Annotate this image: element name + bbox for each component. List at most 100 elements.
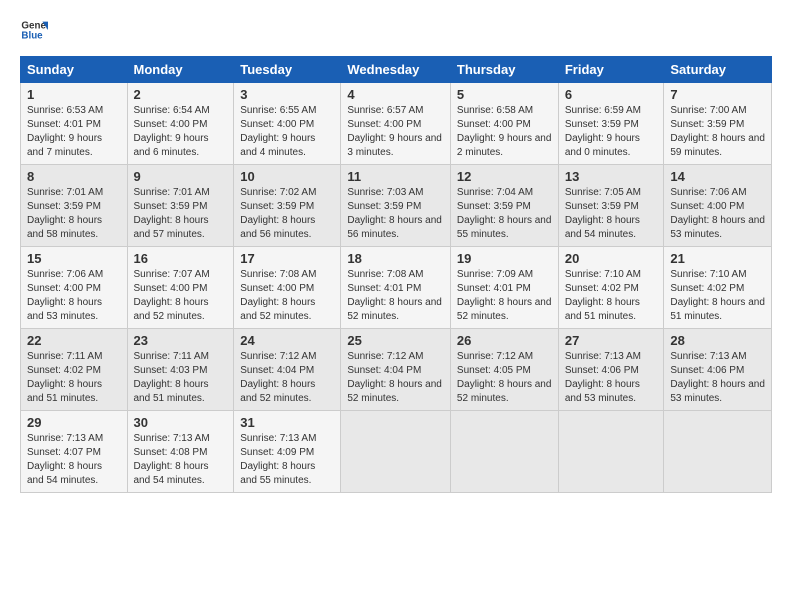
calendar-cell: 21 Sunrise: 7:10 AMSunset: 4:02 PMDaylig… [664,247,772,329]
week-row-2: 8 Sunrise: 7:01 AMSunset: 3:59 PMDayligh… [21,165,772,247]
day-info: Sunrise: 7:11 AMSunset: 4:02 PMDaylight:… [27,351,102,404]
calendar-cell: 18 Sunrise: 7:08 AMSunset: 4:01 PMDaylig… [341,247,451,329]
day-number: 12 [457,169,552,184]
day-info: Sunrise: 7:10 AMSunset: 4:02 PMDaylight:… [670,269,765,322]
calendar-cell: 11 Sunrise: 7:03 AMSunset: 3:59 PMDaylig… [341,165,451,247]
day-number: 26 [457,333,552,348]
day-number: 1 [27,87,121,102]
calendar-cell: 14 Sunrise: 7:06 AMSunset: 4:00 PMDaylig… [664,165,772,247]
calendar-cell: 4 Sunrise: 6:57 AMSunset: 4:00 PMDayligh… [341,83,451,165]
day-number: 6 [565,87,658,102]
day-number: 4 [347,87,444,102]
day-number: 20 [565,251,658,266]
day-info: Sunrise: 7:06 AMSunset: 4:00 PMDaylight:… [27,269,103,322]
day-number: 10 [240,169,334,184]
day-info: Sunrise: 7:12 AMSunset: 4:04 PMDaylight:… [347,351,442,404]
day-number: 31 [240,415,334,430]
calendar-cell: 19 Sunrise: 7:09 AMSunset: 4:01 PMDaylig… [450,247,558,329]
calendar-cell: 26 Sunrise: 7:12 AMSunset: 4:05 PMDaylig… [450,329,558,411]
calendar-cell [450,411,558,493]
weekday-tuesday: Tuesday [234,57,341,83]
weekday-friday: Friday [558,57,664,83]
weekday-thursday: Thursday [450,57,558,83]
calendar-cell: 5 Sunrise: 6:58 AMSunset: 4:00 PMDayligh… [450,83,558,165]
day-info: Sunrise: 7:12 AMSunset: 4:04 PMDaylight:… [240,351,316,404]
day-number: 28 [670,333,765,348]
day-info: Sunrise: 7:05 AMSunset: 3:59 PMDaylight:… [565,187,641,240]
day-number: 25 [347,333,444,348]
day-info: Sunrise: 7:08 AMSunset: 4:00 PMDaylight:… [240,269,316,322]
day-info: Sunrise: 7:07 AMSunset: 4:00 PMDaylight:… [134,269,210,322]
day-number: 5 [457,87,552,102]
day-info: Sunrise: 6:55 AMSunset: 4:00 PMDaylight:… [240,105,316,158]
day-number: 2 [134,87,228,102]
week-row-1: 1 Sunrise: 6:53 AMSunset: 4:01 PMDayligh… [21,83,772,165]
day-info: Sunrise: 6:59 AMSunset: 3:59 PMDaylight:… [565,105,641,158]
day-info: Sunrise: 7:13 AMSunset: 4:09 PMDaylight:… [240,433,316,486]
day-number: 30 [134,415,228,430]
calendar-cell: 30 Sunrise: 7:13 AMSunset: 4:08 PMDaylig… [127,411,234,493]
day-info: Sunrise: 7:13 AMSunset: 4:07 PMDaylight:… [27,433,103,486]
day-number: 14 [670,169,765,184]
calendar-body: 1 Sunrise: 6:53 AMSunset: 4:01 PMDayligh… [21,83,772,493]
day-number: 16 [134,251,228,266]
calendar-cell: 28 Sunrise: 7:13 AMSunset: 4:06 PMDaylig… [664,329,772,411]
calendar-cell: 23 Sunrise: 7:11 AMSunset: 4:03 PMDaylig… [127,329,234,411]
day-info: Sunrise: 6:57 AMSunset: 4:00 PMDaylight:… [347,105,442,158]
day-info: Sunrise: 7:09 AMSunset: 4:01 PMDaylight:… [457,269,552,322]
calendar-cell: 17 Sunrise: 7:08 AMSunset: 4:00 PMDaylig… [234,247,341,329]
calendar-cell: 20 Sunrise: 7:10 AMSunset: 4:02 PMDaylig… [558,247,664,329]
calendar-cell: 6 Sunrise: 6:59 AMSunset: 3:59 PMDayligh… [558,83,664,165]
week-row-5: 29 Sunrise: 7:13 AMSunset: 4:07 PMDaylig… [21,411,772,493]
calendar-cell: 13 Sunrise: 7:05 AMSunset: 3:59 PMDaylig… [558,165,664,247]
day-info: Sunrise: 7:13 AMSunset: 4:08 PMDaylight:… [134,433,210,486]
day-number: 8 [27,169,121,184]
day-number: 21 [670,251,765,266]
calendar-cell: 25 Sunrise: 7:12 AMSunset: 4:04 PMDaylig… [341,329,451,411]
day-number: 22 [27,333,121,348]
calendar-cell: 31 Sunrise: 7:13 AMSunset: 4:09 PMDaylig… [234,411,341,493]
calendar-cell [341,411,451,493]
day-info: Sunrise: 7:13 AMSunset: 4:06 PMDaylight:… [670,351,765,404]
day-info: Sunrise: 6:58 AMSunset: 4:00 PMDaylight:… [457,105,552,158]
calendar-cell: 15 Sunrise: 7:06 AMSunset: 4:00 PMDaylig… [21,247,128,329]
weekday-monday: Monday [127,57,234,83]
day-number: 18 [347,251,444,266]
day-number: 24 [240,333,334,348]
day-number: 23 [134,333,228,348]
week-row-3: 15 Sunrise: 7:06 AMSunset: 4:00 PMDaylig… [21,247,772,329]
day-info: Sunrise: 7:00 AMSunset: 3:59 PMDaylight:… [670,105,765,158]
header: General Blue [20,16,772,44]
day-number: 17 [240,251,334,266]
weekday-header-row: SundayMondayTuesdayWednesdayThursdayFrid… [21,57,772,83]
day-info: Sunrise: 7:03 AMSunset: 3:59 PMDaylight:… [347,187,442,240]
calendar-cell: 22 Sunrise: 7:11 AMSunset: 4:02 PMDaylig… [21,329,128,411]
day-info: Sunrise: 6:54 AMSunset: 4:00 PMDaylight:… [134,105,210,158]
calendar-cell: 1 Sunrise: 6:53 AMSunset: 4:01 PMDayligh… [21,83,128,165]
weekday-wednesday: Wednesday [341,57,451,83]
calendar-cell: 3 Sunrise: 6:55 AMSunset: 4:00 PMDayligh… [234,83,341,165]
day-number: 15 [27,251,121,266]
day-info: Sunrise: 7:01 AMSunset: 3:59 PMDaylight:… [134,187,210,240]
calendar-cell: 9 Sunrise: 7:01 AMSunset: 3:59 PMDayligh… [127,165,234,247]
calendar-cell: 8 Sunrise: 7:01 AMSunset: 3:59 PMDayligh… [21,165,128,247]
calendar-cell: 27 Sunrise: 7:13 AMSunset: 4:06 PMDaylig… [558,329,664,411]
day-info: Sunrise: 7:11 AMSunset: 4:03 PMDaylight:… [134,351,209,404]
logo: General Blue [20,16,48,44]
weekday-sunday: Sunday [21,57,128,83]
day-number: 29 [27,415,121,430]
calendar-cell [664,411,772,493]
calendar-cell: 7 Sunrise: 7:00 AMSunset: 3:59 PMDayligh… [664,83,772,165]
calendar-cell: 24 Sunrise: 7:12 AMSunset: 4:04 PMDaylig… [234,329,341,411]
day-number: 19 [457,251,552,266]
calendar-cell: 16 Sunrise: 7:07 AMSunset: 4:00 PMDaylig… [127,247,234,329]
calendar-cell: 10 Sunrise: 7:02 AMSunset: 3:59 PMDaylig… [234,165,341,247]
calendar-cell: 12 Sunrise: 7:04 AMSunset: 3:59 PMDaylig… [450,165,558,247]
day-info: Sunrise: 6:53 AMSunset: 4:01 PMDaylight:… [27,105,103,158]
calendar-cell: 2 Sunrise: 6:54 AMSunset: 4:00 PMDayligh… [127,83,234,165]
day-number: 7 [670,87,765,102]
day-info: Sunrise: 7:08 AMSunset: 4:01 PMDaylight:… [347,269,442,322]
day-number: 13 [565,169,658,184]
weekday-saturday: Saturday [664,57,772,83]
svg-text:Blue: Blue [21,30,43,41]
